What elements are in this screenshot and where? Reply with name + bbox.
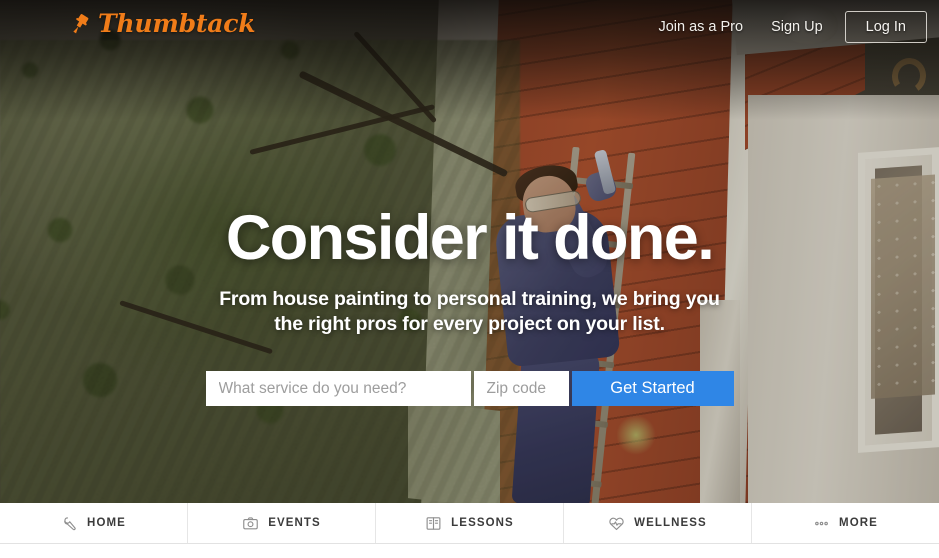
- hero-headline: Consider it done.: [225, 203, 715, 273]
- category-nav: HOME EVENTS LESSONS WELLNESS MORE: [0, 503, 939, 544]
- get-started-button[interactable]: Get Started: [571, 371, 734, 407]
- header-nav: Join as a Pro Sign Up Log In: [644, 11, 927, 43]
- service-search-input[interactable]: [205, 371, 471, 407]
- search-form: Get Started: [205, 371, 734, 407]
- pushpin-icon: [73, 13, 89, 33]
- join-as-pro-link[interactable]: Join as a Pro: [644, 13, 757, 41]
- sign-up-link[interactable]: Sign Up: [757, 13, 837, 41]
- ellipsis-icon: [815, 521, 828, 525]
- category-label: MORE: [839, 517, 878, 529]
- category-label: EVENTS: [268, 517, 321, 529]
- category-item-more[interactable]: MORE: [752, 503, 939, 543]
- book-icon: [426, 516, 441, 530]
- site-header: Thumbtack Join as a Pro Sign Up Log In: [0, 0, 939, 50]
- zip-code-input[interactable]: [473, 371, 569, 407]
- heart-pulse-icon: [609, 517, 624, 530]
- camera-icon: [243, 516, 258, 529]
- brand-name: Thumbtack: [98, 9, 256, 38]
- hero-content: Consider it done. From house painting to…: [0, 0, 939, 503]
- category-item-lessons[interactable]: LESSONS: [376, 503, 564, 543]
- brand-logo[interactable]: Thumbtack: [68, 9, 256, 38]
- category-item-wellness[interactable]: WELLNESS: [564, 503, 752, 543]
- hero-subheadline-line2: the right pros for every project on your…: [274, 313, 665, 336]
- thumbtack-homepage: Thumbtack Join as a Pro Sign Up Log In C…: [0, 0, 939, 558]
- category-item-home[interactable]: HOME: [0, 503, 188, 543]
- category-label: HOME: [87, 517, 126, 529]
- log-in-button[interactable]: Log In: [844, 11, 927, 43]
- page-body-area: [0, 544, 939, 558]
- category-label: WELLNESS: [634, 517, 707, 529]
- category-item-events[interactable]: EVENTS: [188, 503, 376, 543]
- wrench-icon: [64, 516, 76, 530]
- hero-subheadline: From house painting to personal training…: [219, 287, 720, 337]
- category-label: LESSONS: [451, 517, 514, 529]
- hero-subheadline-line1: From house painting to personal training…: [219, 288, 720, 311]
